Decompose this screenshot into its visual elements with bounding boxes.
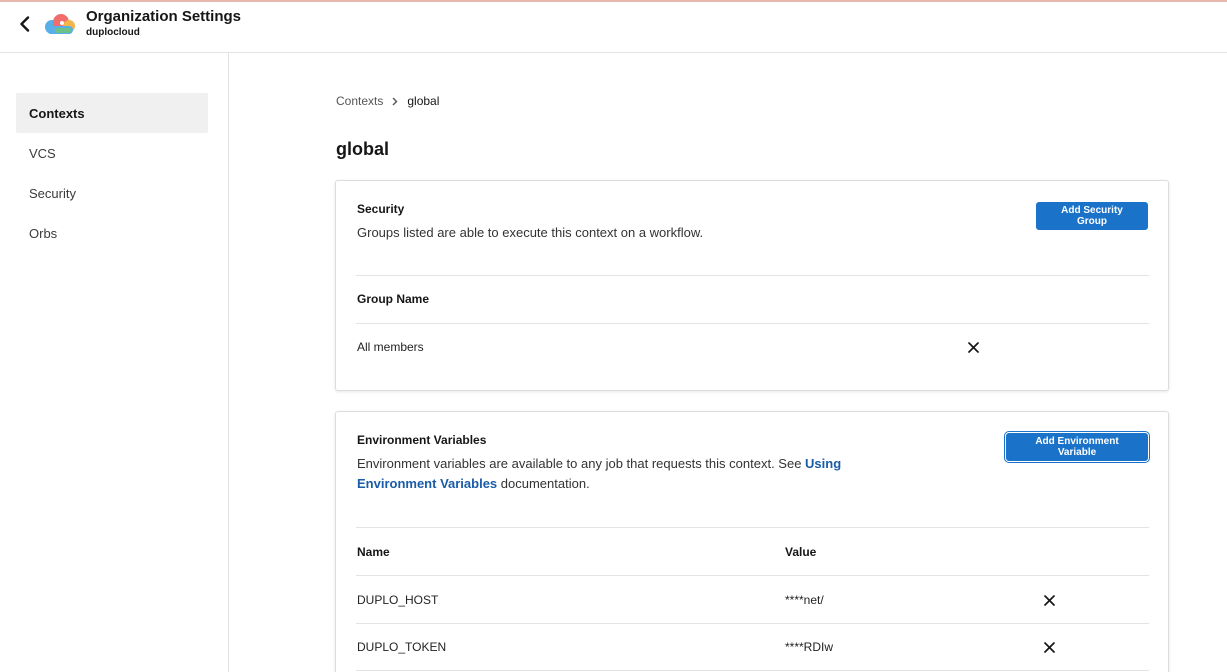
env-var-value: ****RDIw xyxy=(785,640,834,654)
sidebar-item-vcs[interactable]: VCS xyxy=(16,133,208,173)
breadcrumb-current: global xyxy=(407,94,440,108)
security-card-title: Security xyxy=(357,202,405,216)
env-var-name: DUPLO_HOST xyxy=(357,593,439,607)
divider xyxy=(356,670,1149,671)
app-header: Organization Settings duplocloud xyxy=(0,2,1227,53)
environment-variables-card: Environment Variables Environment variab… xyxy=(335,411,1169,672)
duplocloud-logo xyxy=(45,14,75,34)
divider xyxy=(356,323,1149,324)
delete-env-var-button[interactable] xyxy=(1041,592,1057,608)
divider xyxy=(356,623,1149,624)
remove-group-button[interactable] xyxy=(965,339,981,355)
back-button[interactable] xyxy=(14,13,36,35)
breadcrumb-contexts-link[interactable]: Contexts xyxy=(336,94,383,108)
sidebar-item-orbs[interactable]: Orbs xyxy=(16,213,208,253)
settings-sidebar: Contexts VCS Security Orbs xyxy=(0,53,229,672)
security-card-description: Groups listed are able to execute this c… xyxy=(357,225,704,240)
sidebar-item-contexts[interactable]: Contexts xyxy=(16,93,208,133)
security-card: Security Groups listed are able to execu… xyxy=(335,180,1169,391)
close-icon xyxy=(1043,594,1055,606)
env-var-name: DUPLO_TOKEN xyxy=(357,640,447,654)
column-header-name: Name xyxy=(357,545,390,559)
page-title: global xyxy=(336,139,389,159)
chevron-right-icon xyxy=(392,96,400,106)
close-icon xyxy=(1043,641,1055,653)
divider xyxy=(356,575,1149,576)
divider xyxy=(356,527,1149,528)
column-header-group-name: Group Name xyxy=(357,292,430,306)
breadcrumb: Contexts global xyxy=(336,94,439,108)
environment-variables-description: Environment variables are available to a… xyxy=(357,454,877,493)
description-text: Environment variables are available to a… xyxy=(357,456,806,471)
org-name: duplocloud xyxy=(86,27,140,38)
environment-variables-card-title: Environment Variables xyxy=(357,433,487,447)
env-var-value: ****net/ xyxy=(785,593,824,607)
divider xyxy=(356,275,1149,276)
add-environment-variable-button[interactable]: Add Environment Variable xyxy=(1006,433,1148,461)
close-icon xyxy=(967,341,979,353)
header-title: Organization Settings xyxy=(86,8,242,25)
add-security-group-button[interactable]: Add Security Group xyxy=(1036,202,1148,230)
table-row-group-name: All members xyxy=(357,340,424,354)
chevron-left-icon xyxy=(20,16,30,32)
delete-env-var-button[interactable] xyxy=(1041,639,1057,655)
sidebar-item-security[interactable]: Security xyxy=(16,173,208,213)
description-text-end: documentation. xyxy=(497,475,590,491)
column-header-value: Value xyxy=(785,545,817,559)
